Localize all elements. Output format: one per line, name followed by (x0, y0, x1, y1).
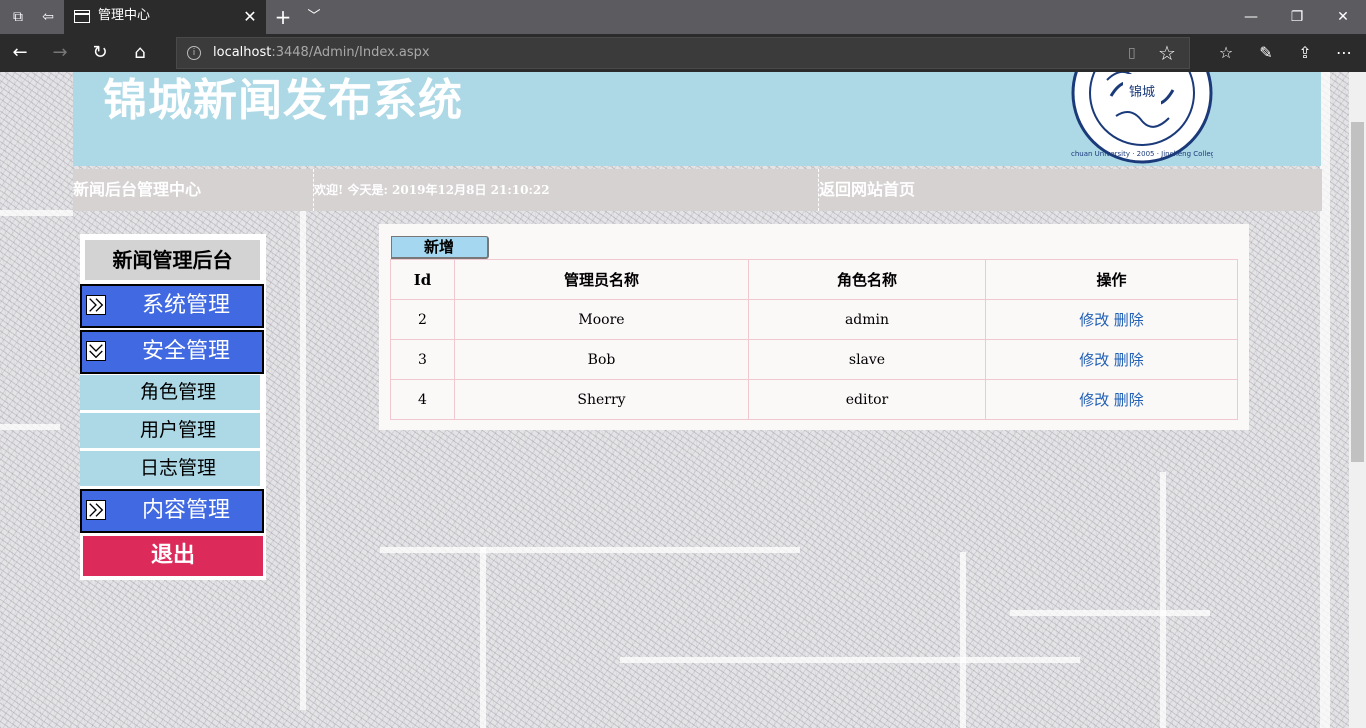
home-icon[interactable]: ⌂ (125, 38, 155, 68)
cell-id: 3 (390, 339, 455, 380)
column-header-admin-name: 管理员名称 (454, 259, 749, 300)
bg-decoration (1010, 610, 1210, 616)
reading-view-icon[interactable]: ▯ (1128, 45, 1136, 61)
favorites-icon[interactable]: ☆ (1211, 38, 1241, 68)
table-header-row: Id 管理员名称 角色名称 操作 (390, 259, 1238, 300)
bg-decoration (1160, 472, 1166, 728)
menu-label: 系统管理 (142, 293, 231, 318)
site-header: 锦城新闻发布系统 锦城 Sichuan University · 2005 · … (73, 72, 1321, 166)
menu-system-management[interactable]: 系统管理 (80, 284, 264, 328)
menu-label: 内容管理 (142, 498, 231, 523)
favorite-star-icon[interactable]: ☆ (1158, 41, 1176, 65)
close-tab-icon[interactable]: ✕ (240, 7, 260, 27)
bg-decoration (960, 552, 966, 728)
chevron-down-icon[interactable]: ﹀ (304, 7, 324, 27)
cell-role-name: editor (748, 379, 986, 420)
edit-link[interactable]: 修改 (1079, 391, 1109, 409)
column-header-id: Id (390, 259, 455, 300)
address-bar[interactable]: i localhost:3448/Admin/Index.aspx ▯ ☆ (176, 37, 1190, 69)
cell-id: 4 (390, 379, 455, 420)
refresh-icon[interactable]: ↻ (85, 38, 115, 68)
logout-button[interactable]: 退出 (83, 536, 263, 576)
bg-decoration (620, 657, 1080, 663)
bg-decoration (0, 424, 60, 430)
forward-icon[interactable]: → (45, 38, 75, 68)
bg-decoration (380, 547, 800, 553)
restore-icon[interactable]: ❐ (1274, 0, 1320, 34)
site-title: 锦城新闻发布系统 (103, 75, 463, 126)
submenu-user-management[interactable]: 用户管理 (80, 413, 260, 448)
bg-decoration (0, 210, 73, 216)
admin-list-panel: 新增 Id 管理员名称 角色名称 操作 2 Moore admin 修改 删除 (379, 224, 1249, 430)
add-button[interactable]: 新增 (391, 236, 489, 259)
college-seal-logo: 锦城 Sichuan University · 2005 · Jincheng … (1071, 72, 1213, 164)
tab-title: 管理中心 (98, 8, 151, 23)
svg-text:Sichuan University · 2005 · Ji: Sichuan University · 2005 · Jincheng Col… (1071, 150, 1213, 158)
info-icon[interactable]: i (187, 46, 201, 60)
svg-text:锦城: 锦城 (1129, 85, 1155, 100)
edit-link[interactable]: 修改 (1079, 311, 1109, 329)
column-header-actions: 操作 (985, 259, 1238, 300)
column-header-role-name: 角色名称 (748, 259, 986, 300)
tab-manager-icon[interactable]: ⧉ (8, 7, 28, 27)
back-icon[interactable]: ← (5, 38, 35, 68)
minimize-icon[interactable]: — (1228, 0, 1274, 34)
back-to-home-link[interactable]: 返回网站首页 (819, 169, 1322, 211)
admin-table: Id 管理员名称 角色名称 操作 2 Moore admin 修改 删除 3 B… (390, 259, 1238, 420)
cell-role-name: admin (748, 299, 986, 340)
share-icon[interactable]: ⇪ (1290, 38, 1320, 68)
cell-admin-name: Moore (454, 299, 749, 340)
sidebar-title: 新闻管理后台 (85, 240, 260, 280)
bg-decoration (300, 210, 306, 710)
table-row: 3 Bob slave 修改 删除 (390, 339, 1238, 380)
menu-security-management[interactable]: 安全管理 (80, 330, 264, 374)
address-url[interactable]: localhost:3448/Admin/Index.aspx (213, 45, 430, 60)
scrollbar-thumb[interactable] (1351, 122, 1364, 462)
table-row: 2 Moore admin 修改 删除 (390, 299, 1238, 340)
edit-link[interactable]: 修改 (1079, 351, 1109, 369)
close-window-icon[interactable]: ✕ (1320, 0, 1366, 34)
menu-content-management[interactable]: 内容管理 (80, 489, 264, 533)
submenu-log-management[interactable]: 日志管理 (80, 451, 260, 486)
admin-center-label: 新闻后台管理中心 (73, 169, 314, 211)
bg-decoration (480, 547, 486, 728)
page-icon (74, 10, 90, 23)
delete-link[interactable]: 删除 (1114, 311, 1144, 329)
more-icon[interactable]: ⋯ (1329, 38, 1359, 68)
new-tab-icon[interactable]: + (273, 7, 293, 27)
browser-nav-bar: ← → ↻ ⌂ i localhost:3448/Admin/Index.asp… (0, 34, 1366, 72)
table-row: 4 Sherry editor 修改 删除 (390, 379, 1238, 420)
sidebar: 新闻管理后台 系统管理 安全管理 角色管理 用户管理 日志管理 内容管理 退出 (80, 234, 266, 580)
browser-tab-active[interactable]: 管理中心 ✕ (64, 0, 266, 34)
delete-link[interactable]: 删除 (1114, 391, 1144, 409)
submenu-role-management[interactable]: 角色管理 (80, 375, 260, 410)
cell-role-name: slave (748, 339, 986, 380)
cell-actions: 修改 删除 (985, 299, 1238, 340)
browser-tab-bar: ⧉ ⇦ 管理中心 ✕ + ﹀ — ❐ ✕ (0, 0, 1366, 34)
pen-icon[interactable]: ✎ (1251, 38, 1281, 68)
welcome-datetime: 欢迎! 今天是: 2019年12月8日 21:10:22 (314, 169, 819, 211)
cell-actions: 修改 删除 (985, 339, 1238, 380)
expand-arrow-icon (86, 500, 106, 520)
cell-admin-name: Bob (454, 339, 749, 380)
page-viewport: 锦城新闻发布系统 锦城 Sichuan University · 2005 · … (0, 72, 1366, 728)
vertical-scrollbar[interactable] (1349, 72, 1366, 728)
info-bar: 新闻后台管理中心 欢迎! 今天是: 2019年12月8日 21:10:22 返回… (73, 169, 1322, 211)
cell-admin-name: Sherry (454, 379, 749, 420)
menu-label: 安全管理 (142, 339, 231, 364)
cell-id: 2 (390, 299, 455, 340)
collapse-arrow-icon (86, 341, 106, 361)
set-aside-tabs-icon[interactable]: ⇦ (38, 7, 58, 27)
cell-actions: 修改 删除 (985, 379, 1238, 420)
expand-arrow-icon (86, 295, 106, 315)
delete-link[interactable]: 删除 (1114, 351, 1144, 369)
